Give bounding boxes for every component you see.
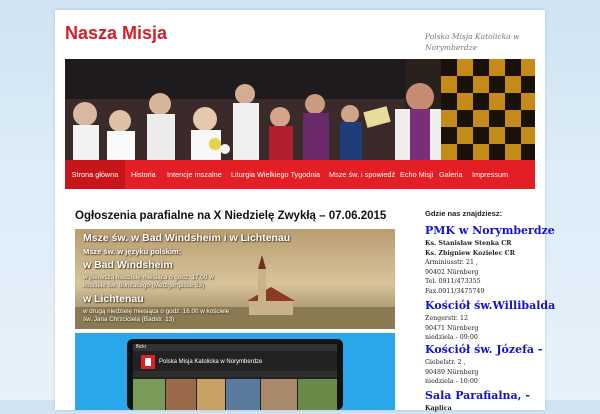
nav-item-impressum[interactable]: Impressum	[472, 160, 508, 189]
sidebar-line: niedziela - 09:00	[425, 334, 478, 342]
sidebar-line: Giebelstr. 2 ,	[425, 359, 466, 366]
masses-place-1-line-1: w pierwszą niedzielę miesiąca o godz. 17…	[83, 274, 214, 281]
sidebar-line: Fax.0911/3475749	[425, 287, 485, 295]
header-banner-image	[65, 59, 535, 160]
nav-item-mass-intentions[interactable]: Intencje mszalne	[167, 160, 222, 189]
masses-place-2-line-2: św. Jana Chrzciciela (Badstr. 13)	[83, 316, 175, 323]
sidebar-block-jozef: Kościół św. Józefa - Giebelstr. 2 , 9048…	[425, 343, 542, 387]
sidebar-line: 90489 Nürnberg	[425, 368, 479, 376]
flickr-header: Polska Misja Katolicka w Norymberdze	[159, 359, 263, 365]
sidebar-line: 90471 Nürnberg	[425, 324, 479, 332]
sidebar-line: niedziela - 10:00	[425, 378, 478, 386]
nav-item-masses-confession[interactable]: Msze św. i spowiedź	[329, 160, 395, 189]
masses-subheading: Msze św. w języku polskim:	[83, 247, 182, 256]
nav-item-home[interactable]: Strona główna	[65, 160, 125, 189]
sidebar-block-willibald: Kościół św.Willibalda Zengerstr. 12 9047…	[425, 299, 555, 343]
sidebar-block-title[interactable]: Kościół św. Józefa -	[425, 343, 542, 356]
sidebar-block-pmk: PMK w Norymberdze Ks. Stanisław Stenka C…	[425, 224, 555, 297]
nav-item-holy-week[interactable]: Liturgia Wielkiego Tygodnia	[231, 160, 320, 189]
nav-item-echo[interactable]: Echo Misji	[400, 160, 433, 189]
site-tagline: Polska Misja Katolicka w Norymberdze	[425, 32, 520, 52]
sidebar-line: Ks. Stanisław Stenka CR	[425, 240, 512, 247]
sidebar-block-title[interactable]: Sala Parafialna, -	[425, 389, 530, 402]
flickr-brand: flickr	[136, 344, 147, 350]
sidebar-block-title[interactable]: PMK w Norymberdze	[425, 224, 555, 237]
nav-item-gallery[interactable]: Galeria	[439, 160, 463, 189]
masses-place-2: w Lichtenau	[83, 293, 144, 305]
sidebar-block-title[interactable]: Kościół św.Willibalda	[425, 299, 555, 312]
sidebar-line: Zengerstr. 12	[425, 315, 469, 322]
sidebar-block-hall: Sala Parafialna, - Kaplica	[425, 389, 530, 414]
sidebar-line: Kaplica	[425, 405, 452, 412]
sidebar-line: Tel. 0911/473355	[425, 278, 481, 286]
sidebar-line: 90402 Nürnberg	[425, 268, 479, 276]
site-title[interactable]: Nasza Misja	[65, 23, 167, 44]
post-image-masses[interactable]: Msze św. w Bad Windsheim i w Lichtenau M…	[75, 229, 395, 329]
masses-place-1-line-2: kościele św. Bonifacego (Metzgergasse 53…	[83, 282, 205, 289]
page-container: Nasza Misja Polska Misja Katolicka w Nor…	[55, 10, 555, 412]
main-nav: Strona główna Historia Intencje mszalne …	[65, 160, 535, 189]
masses-heading: Msze św. w Bad Windsheim i w Lichtenau	[83, 232, 291, 244]
nav-item-history[interactable]: Historia	[131, 160, 156, 189]
sidebar-line: Ks. Zbigniew Kozielec CR	[425, 249, 515, 257]
post-title[interactable]: Ogłoszenia parafialne na X Niedzielę Zwy…	[75, 210, 386, 222]
sidebar-line: Arminiusstr. 21 ,	[425, 259, 478, 267]
masses-place-2-line-1: w drugą niedzielę miesiąca o godz. 16.00…	[83, 308, 230, 315]
sidebar-heading: Gdzie nas znajdziesz:	[425, 209, 503, 218]
post-image-flickr[interactable]: flickr Polska Misja Katolicka w Norymber…	[75, 333, 395, 410]
masses-place-1: w Bad Windsheim	[83, 259, 173, 271]
